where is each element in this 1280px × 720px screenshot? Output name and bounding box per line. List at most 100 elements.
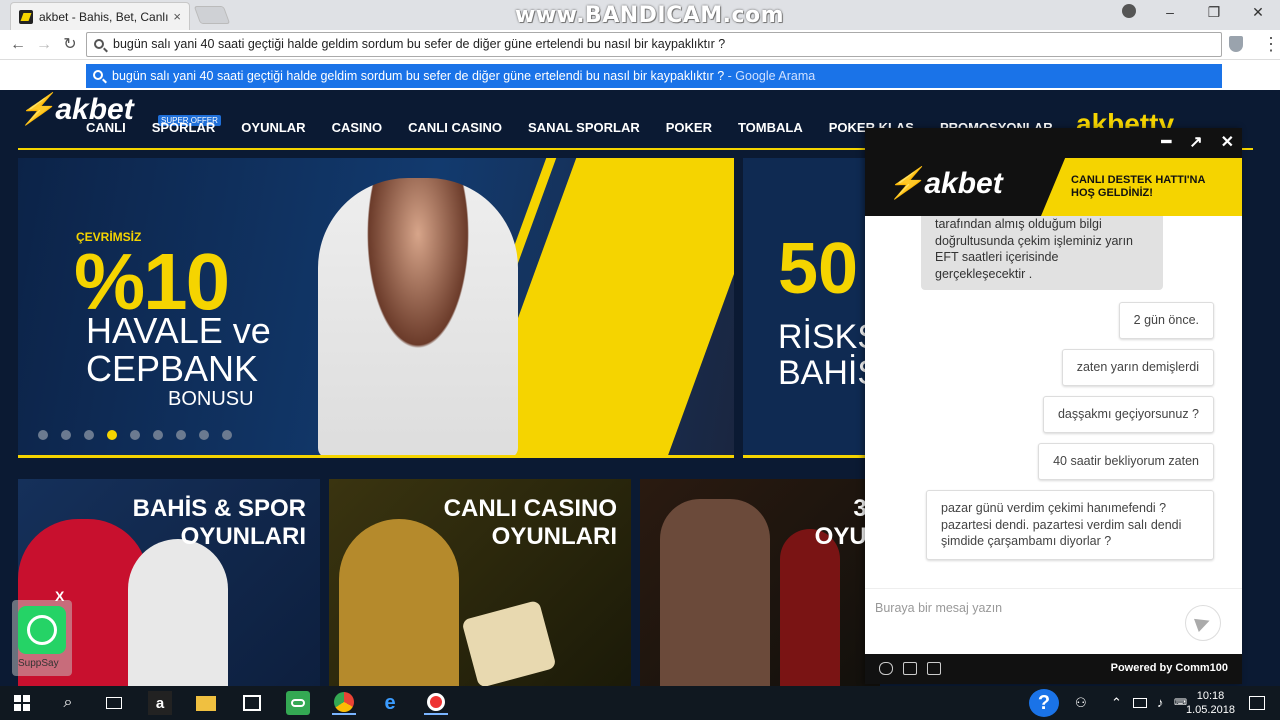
secondary-banner-line2: BAHİS: [778, 354, 873, 392]
search-icon: [94, 39, 104, 49]
suggestion-hint: - Google Arama: [724, 69, 816, 83]
tab-title: akbet - Bahis, Bet, Canlı E: [39, 9, 170, 24]
task-view-icon[interactable]: [102, 691, 126, 715]
slider-dot[interactable]: [61, 430, 71, 440]
window-controls: – ❐ ✕: [1148, 0, 1280, 24]
reload-button[interactable]: ↻: [60, 34, 80, 56]
hero-banner[interactable]: ÇEVRİMSİZ %10 HAVALE ve CEPBANK BONUSU: [18, 158, 734, 458]
chrome-icon[interactable]: [332, 691, 356, 715]
slider-dot[interactable]: [199, 430, 209, 440]
chevron-up-icon[interactable]: ⌃: [1111, 695, 1122, 711]
edge-icon[interactable]: e: [378, 691, 402, 715]
secondary-banner-big: 50: [778, 229, 859, 309]
user-message: 40 saatir bekliyorum zaten: [1038, 443, 1214, 480]
new-tab-button[interactable]: [193, 6, 231, 24]
slider-dot[interactable]: [84, 430, 94, 440]
chat-footer: Powered by Comm100: [865, 654, 1242, 684]
menu-item-canli[interactable]: CANLI: [86, 120, 126, 135]
slider-dot[interactable]: [130, 430, 140, 440]
chat-minimize-button[interactable]: ━: [1162, 132, 1172, 152]
chat-popout-button[interactable]: ↗: [1189, 132, 1202, 152]
amazon-icon[interactable]: a: [148, 691, 172, 715]
recording-watermark: www.BANDICAM.com: [515, 3, 785, 28]
chat-logo: ⚡akbet: [887, 167, 1003, 200]
slider-dots: [38, 430, 245, 440]
forward-button[interactable]: →: [34, 34, 54, 56]
system-clock[interactable]: 10:18 1.05.2018: [1186, 689, 1235, 717]
slider-dot-active[interactable]: [107, 430, 117, 440]
card-image: [128, 539, 228, 686]
tab-close-icon[interactable]: ×: [173, 9, 181, 24]
user-message: 2 gün önce.: [1118, 302, 1214, 339]
start-button[interactable]: [10, 691, 34, 715]
secondary-banner-line1: RİSKS: [778, 318, 873, 356]
menu-item-sanal-sporlar[interactable]: SANAL SPORLAR: [528, 120, 640, 135]
whatsapp-icon[interactable]: [18, 606, 66, 654]
chat-input-bar: Buraya bir mesaj yazın: [865, 588, 1242, 654]
dice-image: [461, 599, 557, 686]
whatsapp-widget: X SuppSay: [12, 588, 72, 676]
clock-date: 1.05.2018: [1186, 704, 1235, 716]
minimize-button[interactable]: –: [1148, 0, 1192, 24]
store-icon[interactable]: [240, 691, 264, 715]
attach-icon[interactable]: [879, 662, 893, 675]
menu-item-oyunlar[interactable]: OYUNLAR: [241, 120, 305, 135]
chat-close-button[interactable]: ✕: [1221, 132, 1234, 152]
chat-logo-text: akbet: [924, 167, 1003, 200]
screen: akbet - Bahis, Bet, Canlı E × www.BANDIC…: [0, 0, 1280, 720]
menu-item-canli-casino[interactable]: CANLI CASINO: [408, 120, 502, 135]
menu-item-poker[interactable]: POKER: [666, 120, 712, 135]
tripadvisor-icon[interactable]: [286, 691, 310, 715]
agent-message: tarafından almış olduğum bilgi doğrultus…: [921, 216, 1163, 290]
card-image: [660, 499, 770, 686]
search-icon[interactable]: ⌕: [56, 691, 80, 715]
browser-menu-icon[interactable]: ⋮: [1262, 34, 1280, 54]
menu-item-tombala[interactable]: TOMBALA: [738, 120, 803, 135]
volume-icon[interactable]: ♪: [1157, 695, 1164, 710]
address-bar[interactable]: bugün salı yani 40 saati geçtiği halde g…: [86, 32, 1222, 57]
slider-dot[interactable]: [222, 430, 232, 440]
banner-line3: BONUSU: [168, 388, 254, 410]
help-icon[interactable]: ?: [1029, 689, 1059, 717]
menu-item-sporlar[interactable]: SPORLAR: [152, 120, 216, 135]
chat-header: ━ ↗ ✕ ⚡akbet CANLI DESTEK HATTI'NA HOŞ G…: [865, 128, 1242, 216]
network-icon[interactable]: [1133, 698, 1147, 708]
people-icon[interactable]: ⚇: [1075, 695, 1087, 711]
slider-dot[interactable]: [38, 430, 48, 440]
browser-tab[interactable]: akbet - Bahis, Bet, Canlı E ×: [10, 2, 190, 30]
suggestion-item[interactable]: bugün salı yani 40 saati geçtiği halde g…: [86, 64, 1222, 88]
chat-welcome-text: CANLI DESTEK HATTI'NA HOŞ GELDİNİZ!: [1071, 174, 1206, 199]
bandicam-icon[interactable]: [424, 691, 448, 715]
print-icon[interactable]: [927, 662, 941, 675]
live-chat-window: ━ ↗ ✕ ⚡akbet CANLI DESTEK HATTI'NA HOŞ G…: [865, 128, 1242, 684]
akbet-favicon-icon: [19, 9, 33, 24]
back-button[interactable]: ←: [8, 34, 28, 56]
windows-taskbar: ⌕ a e ? ⚇ ⌃ ♪ ⌨ 10:18 1.05.2018: [0, 686, 1280, 720]
clock-time: 10:18: [1196, 690, 1225, 702]
browser-tabbar: akbet - Bahis, Bet, Canlı E × www.BANDIC…: [0, 0, 1280, 30]
file-explorer-icon[interactable]: [194, 691, 218, 715]
banner-line1: HAVALE ve: [86, 310, 271, 351]
menu-item-casino[interactable]: CASINO: [332, 120, 383, 135]
user-profile-icon[interactable]: [1122, 4, 1136, 18]
send-button[interactable]: [1185, 605, 1221, 641]
whatsapp-label: SuppSay: [18, 658, 59, 669]
secondary-banner[interactable]: 50 RİSKS BAHİS: [743, 158, 873, 458]
address-bar-text: bugün salı yani 40 saati geçtiği halde g…: [113, 37, 726, 51]
notifications-icon[interactable]: [1249, 696, 1265, 710]
chat-messages: tarafından almış olduğum bilgi doğrultus…: [865, 216, 1242, 588]
user-message: daşşakmı geçiyorsunuz ?: [1042, 396, 1214, 433]
card-live-casino[interactable]: CANLI CASINO OYUNLARI: [329, 479, 631, 686]
windows-icon: [14, 695, 30, 711]
slider-dot[interactable]: [176, 430, 186, 440]
email-icon[interactable]: [903, 662, 917, 675]
chat-input[interactable]: Buraya bir mesaj yazın: [875, 601, 1002, 615]
user-message: pazar günü verdim çekimi hanımefendi ? p…: [926, 490, 1214, 560]
slider-dot[interactable]: [153, 430, 163, 440]
card-3d-games[interactable]: 3D OYUN: [640, 479, 880, 686]
maximize-button[interactable]: ❐: [1192, 0, 1236, 24]
whatsapp-close-button[interactable]: X: [55, 588, 64, 604]
close-window-button[interactable]: ✕: [1236, 0, 1280, 24]
shield-extension-icon[interactable]: [1229, 36, 1243, 52]
send-icon: [1194, 614, 1212, 632]
